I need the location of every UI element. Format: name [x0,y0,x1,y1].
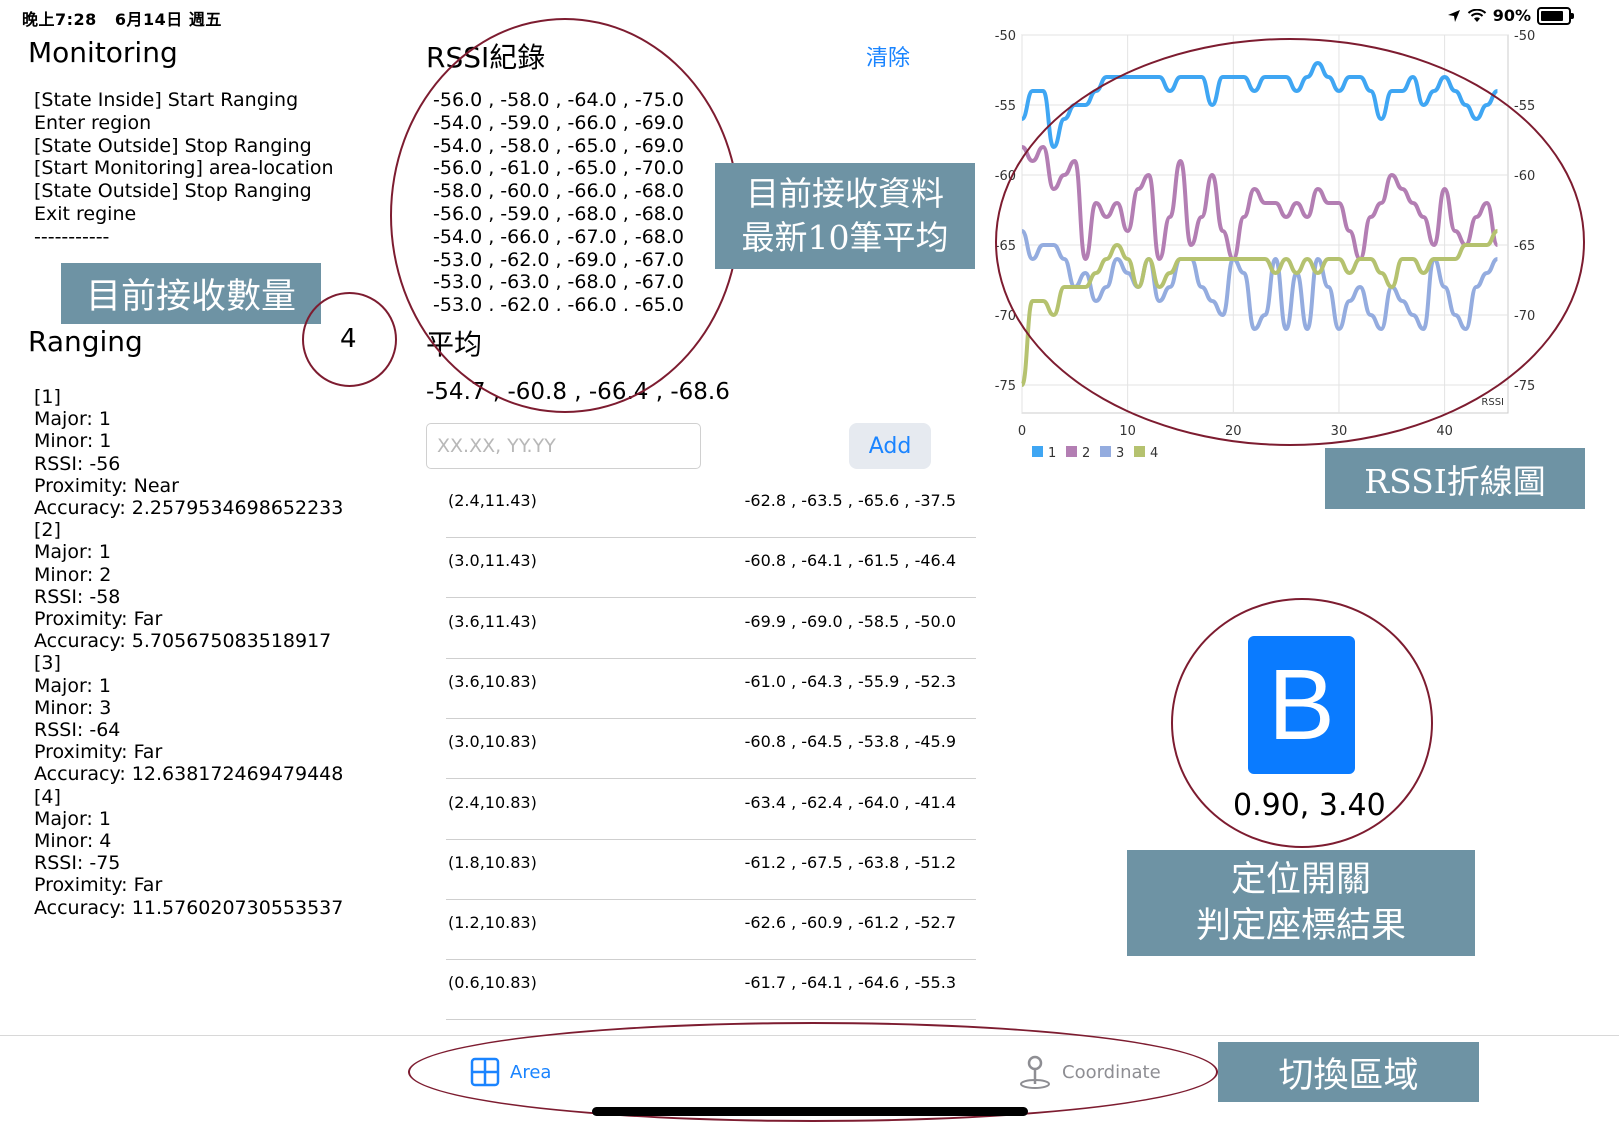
row-coordinate: (3.0,11.43) [448,551,537,571]
add-button[interactable]: Add [849,423,931,469]
y-tick-label-right: -50 [1514,29,1535,44]
row-coordinate: (3.6,10.83) [448,671,537,691]
row-coordinate: (3.0,10.83) [448,732,537,752]
callout-data-line2: 最新10筆平均 [741,218,949,257]
row-values: -61.0 , -64.3 , -55.9 , -52.3 [744,671,956,691]
axis-label: RSSI [1481,397,1504,408]
monitoring-log: [State Inside] Start Ranging Enter regio… [34,89,334,248]
row-coordinate: (2.4,10.83) [448,792,537,812]
ranging-details: [1] Major: 1 Minor: 1 RSSI: -56 Proximit… [34,386,344,919]
row-values: -60.8 , -64.1 , -61.5 , -46.4 [744,551,956,571]
row-values: -62.8 , -63.5 , -65.6 , -37.5 [744,491,956,510]
x-tick-label: 0 [1018,424,1026,439]
legend-label-3: 3 [1116,446,1124,461]
status-date: 6月14日 週五 [114,10,222,29]
ranging-title: Ranging [28,325,143,358]
table-row[interactable]: (2.4,11.43) -62.8 , -63.5 , -65.6 , -37.5 [446,478,976,538]
x-tick-label: 10 [1119,424,1136,439]
legend-label-4: 4 [1150,446,1158,461]
row-values: -63.4 , -62.4 , -64.0 , -41.4 [744,792,956,812]
legend-swatch-1 [1032,446,1043,457]
table-row[interactable]: (3.6,11.43) -69.9 , -69.0 , -58.5 , -50.0 [446,599,976,659]
locate-toggle-button[interactable]: B [1248,636,1355,774]
locate-result: 0.90, 3.40 [1233,788,1386,823]
table-row[interactable]: (0.6,10.83) -61.7 , -64.1 , -64.6 , -55.3 [446,960,976,1021]
callout-locate-line1: 定位開關 [1230,860,1371,900]
monitoring-title: Monitoring [28,36,178,69]
row-coordinate: (3.6,11.43) [448,611,537,631]
ranging-count: 4 [340,324,357,354]
row-values: -61.7 , -64.1 , -64.6 , -55.3 [744,973,956,993]
y-tick-label-right: -75 [1514,379,1535,394]
chart-highlight-ring [995,38,1585,446]
row-coordinate: (1.8,10.83) [448,852,537,872]
row-coordinate: (0.6,10.83) [448,973,537,993]
callout-tab-label: 切換區域 [1218,1042,1479,1102]
legend-swatch-2 [1066,446,1077,457]
row-values: -69.9 , -69.0 , -58.5 , -50.0 [744,611,956,631]
row-coordinate: (2.4,11.43) [448,491,537,510]
callout-count-label: 目前接收數量 [61,263,321,324]
row-values: -62.6 , -60.9 , -61.2 , -52.7 [744,913,956,933]
y-tick-label-left: -75 [995,379,1016,394]
home-indicator [592,1107,1028,1116]
y-tick-label-left: -50 [995,29,1016,44]
row-values: -61.2 , -67.5 , -63.8 , -51.2 [744,852,956,872]
callout-chart-label: RSSI折線圖 [1325,448,1585,509]
legend-label-2: 2 [1082,446,1090,461]
table-row[interactable]: (2.4,10.83) -63.4 , -62.4 , -64.0 , -41.4 [446,780,976,840]
row-coordinate: (1.2,10.83) [448,913,537,933]
legend-swatch-3 [1100,446,1111,457]
table-row[interactable]: (1.8,10.83) -61.2 , -67.5 , -63.8 , -51.2 [446,840,976,900]
row-values: -60.8 , -64.5 , -53.8 , -45.9 [744,732,956,752]
coordinate-input[interactable]: XX.XX, YY.YY [426,423,701,469]
rssi-data-highlight-ring [390,18,740,413]
x-tick-label: 40 [1436,424,1453,439]
legend-label-1: 1 [1048,446,1056,461]
callout-data-line1: 目前接收資料 [746,174,944,213]
callout-data-label: 目前接收資料 最新10筆平均 [715,163,975,269]
legend-swatch-4 [1134,446,1145,457]
y-tick-label-left: -55 [995,99,1016,114]
callout-locate-line2: 判定座標結果 [1195,906,1406,946]
status-time: 晚上7:28 6月14日 週五 [22,6,222,30]
coordinate-input-placeholder: XX.XX, YY.YY [437,435,556,457]
table-row[interactable]: (1.2,10.83) -62.6 , -60.9 , -61.2 , -52.7 [446,900,976,961]
table-row[interactable]: (3.0,10.83) -60.8 , -64.5 , -53.8 , -45.9 [446,719,976,780]
status-time-text: 晚上7:28 [22,10,97,29]
callout-locate-label: 定位開關 判定座標結果 [1127,850,1475,956]
table-row[interactable]: (3.0,11.43) -60.8 , -64.1 , -61.5 , -46.4 [446,538,976,599]
table-row[interactable]: (3.6,10.83) -61.0 , -64.3 , -55.9 , -52.3 [446,659,976,719]
clear-button[interactable]: 清除 [866,40,910,72]
